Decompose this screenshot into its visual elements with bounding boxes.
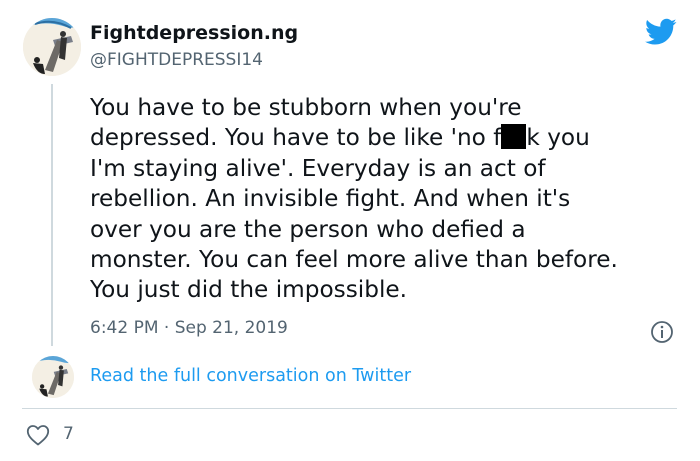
heart-icon[interactable] — [26, 424, 50, 446]
tweet-line-part: k you — [526, 124, 590, 152]
tweet-text: You have to be stubborn when you're depr… — [90, 93, 690, 306]
user-handle[interactable]: @FIGHTDEPRESSI14 — [90, 50, 263, 70]
avatar-image — [23, 18, 81, 76]
like-count: 7 — [63, 424, 74, 444]
info-icon[interactable] — [650, 320, 674, 344]
tweet-line-part: depressed. You have to be like 'no f — [90, 124, 502, 152]
twitter-bird-icon[interactable] — [645, 18, 677, 46]
tweet-line: I'm staying alive'. Everyday is an act o… — [90, 154, 546, 182]
tweet-line: monster. You can feel more alive than be… — [90, 246, 618, 274]
thread-line — [51, 84, 53, 346]
display-name[interactable]: Fightdepression.ng — [90, 22, 298, 44]
tweet-line: rebellion. An invisible fight. And when … — [90, 185, 571, 213]
redaction-box — [501, 124, 527, 150]
avatar-small[interactable] — [32, 356, 74, 398]
tweet-timestamp[interactable]: 6:42 PM · Sep 21, 2019 — [90, 318, 288, 338]
tweet-line: depressed. You have to be like 'no f k yo… — [90, 123, 690, 153]
tweet-line: You just did the impossible. — [90, 276, 408, 304]
divider — [22, 408, 677, 409]
tweet-line: You have to be stubborn when you're — [90, 94, 522, 121]
read-conversation-link[interactable]: Read the full conversation on Twitter — [90, 366, 411, 386]
avatar[interactable] — [23, 18, 81, 76]
avatar-image — [32, 356, 74, 398]
tweet-line: over you are the person who defied a — [90, 215, 526, 243]
